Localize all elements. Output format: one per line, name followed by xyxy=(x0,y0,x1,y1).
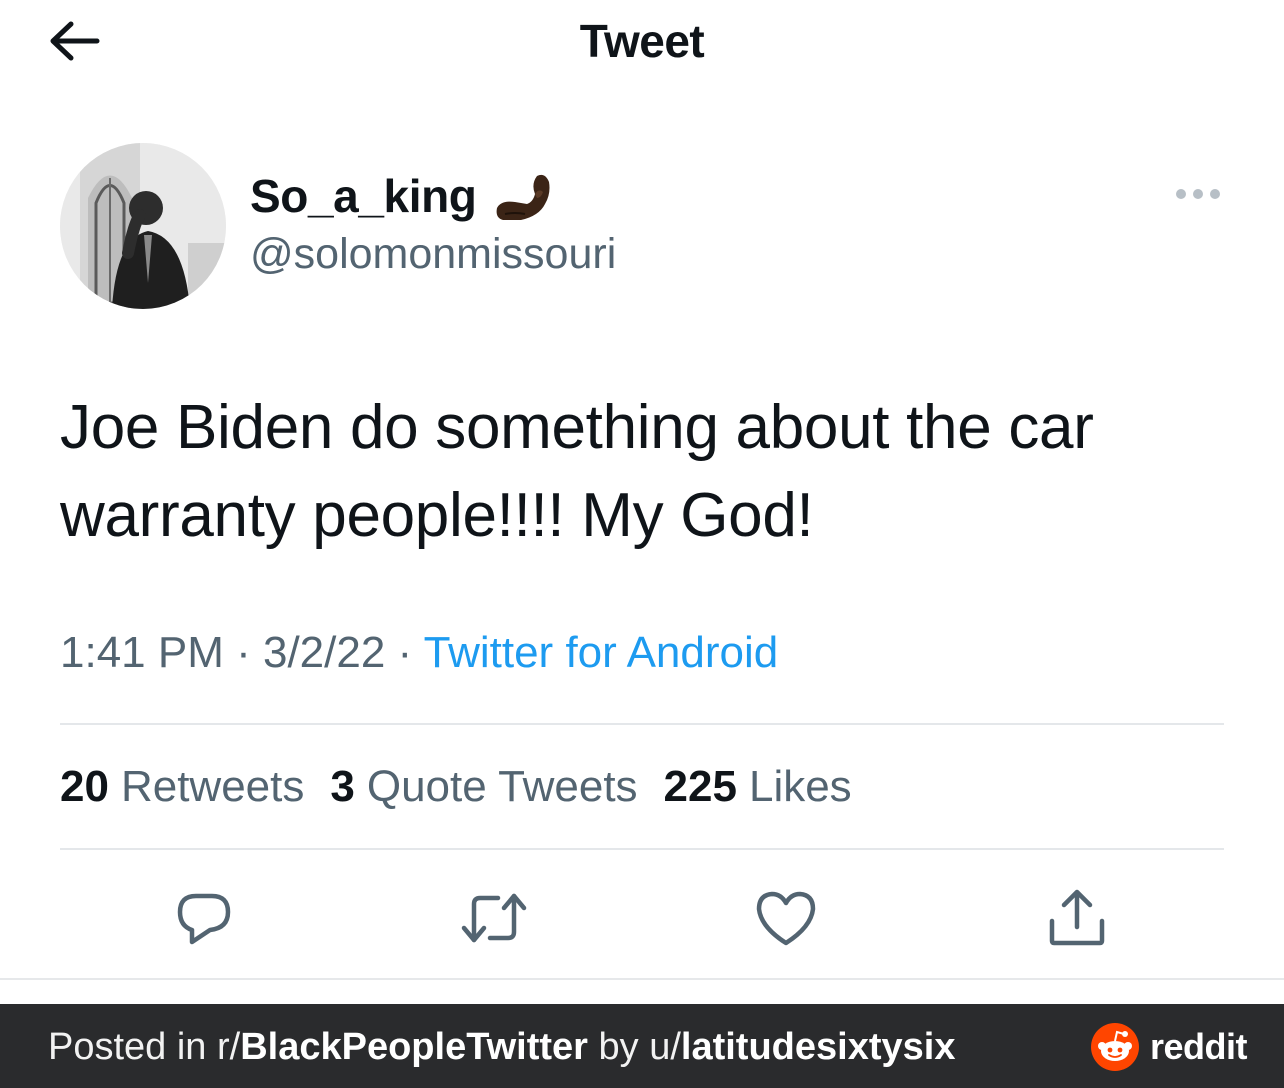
meta-separator: · xyxy=(385,628,424,677)
tweet-time[interactable]: 1:41 PM xyxy=(60,628,224,677)
likes-stat[interactable]: 225 Likes xyxy=(664,762,852,812)
username-link[interactable]: latitudesixtysix xyxy=(681,1026,956,1068)
more-dots-icon xyxy=(1176,189,1220,199)
retweets-count: 20 xyxy=(60,762,109,811)
likes-count: 225 xyxy=(663,762,737,811)
like-button[interactable] xyxy=(752,884,820,952)
divider xyxy=(60,848,1224,850)
page-title: Tweet xyxy=(579,15,705,67)
tweet-text: Joe Biden do something about the car war… xyxy=(60,393,1094,550)
user-handle[interactable]: @solomonmissouri xyxy=(250,230,616,279)
subreddit-link[interactable]: BlackPeopleTwitter xyxy=(240,1026,588,1068)
retweet-button[interactable] xyxy=(460,884,528,952)
divider xyxy=(60,723,1224,725)
quote-tweets-stat[interactable]: 3 Quote Tweets xyxy=(330,762,637,812)
pinched-fingers-emoji-icon xyxy=(496,174,549,220)
posted-in-text: Posted in r/BlackPeopleTwitter by u/lati… xyxy=(48,1026,955,1069)
reply-icon xyxy=(177,893,231,945)
reply-button[interactable] xyxy=(170,884,238,952)
engagement-stats: 20 Retweets 3 Quote Tweets 225 Likes xyxy=(60,762,852,812)
meta-separator: · xyxy=(223,628,263,677)
more-options-button[interactable] xyxy=(1168,176,1228,212)
retweet-icon xyxy=(461,893,527,943)
tweet-meta: 1:41 PM · 3/2/22 · Twitter for Android xyxy=(60,628,778,678)
tweet-screenshot: Tweet So_a_king @solomonmissouri Joe Bid… xyxy=(0,0,1284,1088)
reddit-attribution-bar: Posted in r/BlackPeopleTwitter by u/lati… xyxy=(0,1004,1284,1088)
avatar-photo xyxy=(60,143,226,309)
reddit-wordmark: reddit xyxy=(1150,1026,1248,1067)
reddit-snoo-icon xyxy=(1091,1023,1139,1071)
heart-icon xyxy=(756,891,816,946)
share-button[interactable] xyxy=(1043,884,1111,952)
share-icon xyxy=(1049,889,1105,946)
likes-label: Likes xyxy=(748,762,852,811)
divider xyxy=(0,978,1284,980)
retweets-stat[interactable]: 20 Retweets xyxy=(60,762,304,812)
tweet-source-link[interactable]: Twitter for Android xyxy=(424,628,779,677)
posted-prefix: Posted in r/ xyxy=(48,1026,241,1068)
avatar[interactable] xyxy=(60,143,226,309)
tweet-date[interactable]: 3/2/22 xyxy=(263,628,385,677)
retweets-label: Retweets xyxy=(120,762,305,811)
quote-tweets-count: 3 xyxy=(330,762,355,811)
reddit-logo[interactable]: reddit xyxy=(1090,1022,1248,1072)
quote-tweets-label: Quote Tweets xyxy=(366,762,638,811)
posted-by-text: by u/ xyxy=(587,1026,681,1068)
display-name[interactable]: So_a_king xyxy=(250,168,553,224)
display-name-text: So_a_king xyxy=(250,170,477,222)
